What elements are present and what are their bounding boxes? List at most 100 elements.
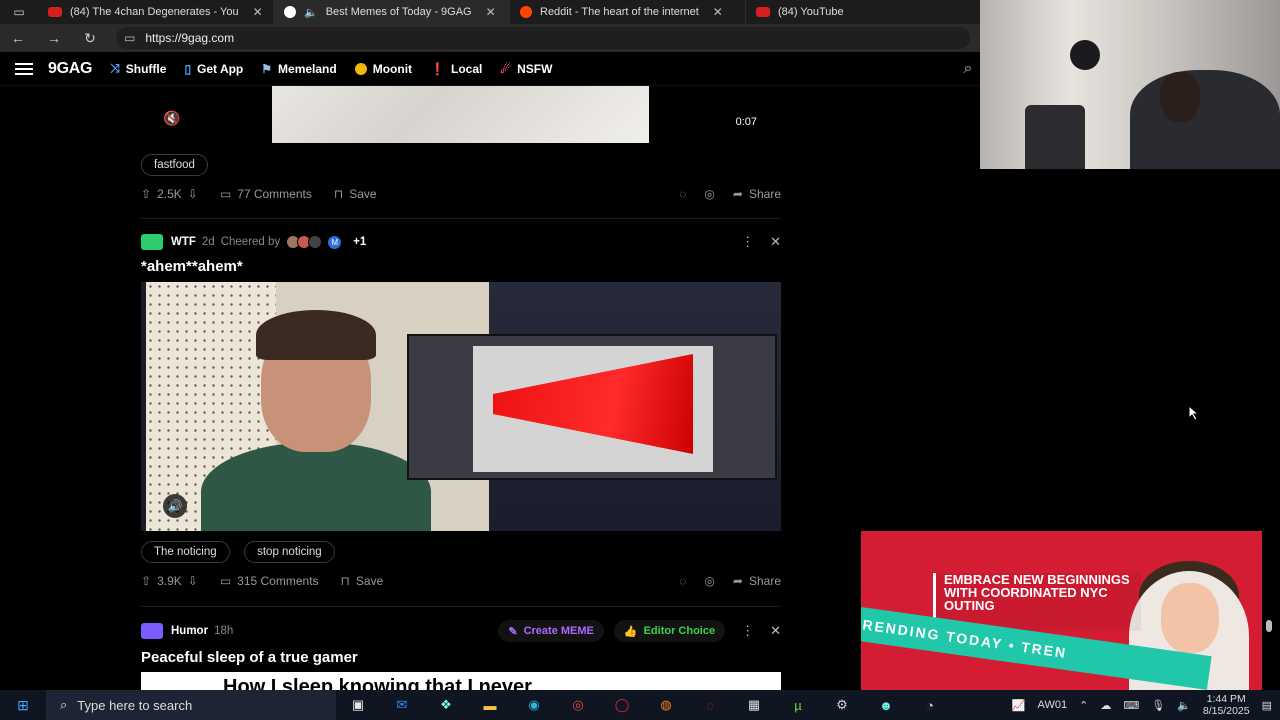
back-icon[interactable]: ←: [0, 24, 36, 52]
edge-icon[interactable]: ◉: [512, 690, 556, 720]
taskbar-search[interactable]: ⌕ Type here to search: [46, 690, 336, 720]
firefox-icon[interactable]: ◍: [644, 690, 688, 720]
close-icon[interactable]: ✕: [486, 5, 496, 19]
downvote-icon[interactable]: ⇩: [188, 187, 198, 201]
search-placeholder: Type here to search: [77, 697, 193, 713]
nav-get-app[interactable]: ▯ Get App: [184, 62, 243, 76]
site-logo[interactable]: 9GAG: [48, 60, 92, 78]
windows-start-icon[interactable]: ⊞: [0, 697, 46, 714]
microphone-icon[interactable]: 🎙: [1151, 699, 1165, 712]
tab-youtube[interactable]: (84) YouTube: [746, 0, 956, 24]
sidebar-ad[interactable]: EMBRACE NEW BEGINNINGS WITH COORDINATED …: [861, 531, 1262, 690]
close-icon[interactable]: ✕: [770, 623, 781, 639]
save-button[interactable]: ⊓ Save: [334, 187, 377, 201]
tab-9gag[interactable]: 🔈 Best Memes of Today - 9GAG ✕: [274, 0, 510, 24]
refresh-icon[interactable]: ↻: [72, 24, 108, 52]
post-category[interactable]: WTF: [171, 236, 196, 248]
comments-button[interactable]: ▭ 315 Comments: [220, 574, 319, 588]
save-label: Save: [355, 574, 384, 588]
comments-button[interactable]: ▭ 77 Comments: [220, 187, 312, 201]
downvote-icon[interactable]: ⇩: [188, 574, 198, 588]
create-meme-button[interactable]: ✎ Create MEME: [498, 620, 604, 642]
whatsapp-icon[interactable]: ◌: [679, 574, 686, 588]
close-icon[interactable]: ✕: [713, 5, 723, 19]
utorrent-icon[interactable]: µ: [776, 690, 820, 720]
save-label: Save: [349, 187, 377, 201]
opera-gx-icon[interactable]: ◌: [688, 690, 732, 720]
nav-moonit[interactable]: Moonit: [354, 62, 412, 76]
chevron-up-icon[interactable]: ⌃: [1079, 699, 1088, 712]
device-icon[interactable]: ⌨: [1123, 699, 1139, 712]
tab-youtube-4chan[interactable]: (84) The 4chan Degenerates - You ✕: [38, 0, 274, 24]
copilot-icon[interactable]: ❖: [424, 690, 468, 720]
cloud-icon[interactable]: ☁: [1100, 699, 1111, 712]
post-age: 2d: [201, 236, 215, 248]
post-category[interactable]: Humor: [171, 625, 208, 637]
video-frame: [272, 86, 649, 143]
upvote-icon[interactable]: ⇧: [141, 574, 151, 588]
clock[interactable]: 1:44 PM 8/15/2025: [1203, 693, 1250, 717]
muted-speaker-icon[interactable]: 🔇: [163, 110, 180, 127]
search-icon[interactable]: ⌕: [956, 60, 980, 78]
file-explorer-icon[interactable]: ▬: [468, 690, 512, 720]
site-info-icon[interactable]: ▭: [124, 31, 135, 45]
post-video[interactable]: 🔇 0:07: [141, 86, 781, 143]
share-label: Share: [748, 574, 781, 588]
stocks-icon[interactable]: 📈: [1012, 699, 1026, 712]
outlook-icon[interactable]: ✉: [380, 690, 424, 720]
speaker-icon[interactable]: 🔈: [304, 6, 318, 19]
window-menu-icon[interactable]: ▭: [0, 0, 38, 24]
volume-icon[interactable]: 🔈: [1177, 699, 1191, 712]
forward-icon[interactable]: →: [36, 24, 72, 52]
upvote-icon[interactable]: ⇧: [141, 187, 151, 201]
video-inset: [407, 334, 777, 480]
cheer-avatars[interactable]: M: [286, 234, 343, 250]
notifications-icon[interactable]: ▤: [1262, 699, 1272, 712]
tab-reddit[interactable]: Reddit - The heart of the internet ✕: [510, 0, 746, 24]
scrollbar-thumb[interactable]: [1266, 620, 1272, 632]
tray-user[interactable]: AW01: [1038, 699, 1068, 711]
tag-chip[interactable]: The noticing: [141, 541, 230, 563]
divider: [141, 218, 781, 219]
comments-count: 315 Comments: [237, 574, 319, 588]
messenger-icon[interactable]: ◎: [704, 574, 714, 588]
close-icon[interactable]: ✕: [253, 5, 263, 19]
editor-choice-badge[interactable]: 👍 Editor Choice: [613, 620, 726, 642]
pen-icon: ✎: [508, 625, 518, 638]
more-cheers[interactable]: +1: [353, 236, 366, 248]
browser-tab-bar: ▭ (84) The 4chan Degenerates - You ✕ 🔈 B…: [0, 0, 980, 24]
steam-icon[interactable]: ⚙: [820, 690, 864, 720]
speaker-icon[interactable]: 🔊: [163, 494, 187, 518]
nav-memeland[interactable]: ⚑ Memeland: [261, 62, 336, 76]
more-options-icon[interactable]: ⋮: [741, 623, 754, 639]
post-video[interactable]: 🔊: [141, 282, 781, 531]
clock-date: 8/15/2025: [1202, 705, 1250, 717]
chat-icon[interactable]: ◔: [908, 690, 952, 720]
shuffle-icon: ⤨: [110, 61, 120, 75]
messenger-icon[interactable]: ◎: [704, 187, 714, 201]
save-button[interactable]: ⊓ Save: [341, 574, 384, 588]
nav-shuffle[interactable]: ⤨ Shuffle: [110, 61, 166, 76]
chrome-icon[interactable]: ◎: [556, 690, 600, 720]
store-icon[interactable]: ▦: [732, 690, 776, 720]
menu-icon[interactable]: [0, 62, 48, 75]
share-button[interactable]: ➦ Share: [733, 187, 781, 201]
youtube-icon: [756, 7, 770, 17]
discord-icon[interactable]: ☻: [864, 690, 908, 720]
post-image[interactable]: How I sleep knowing that I never: [141, 672, 781, 690]
share-button[interactable]: ➦ Share: [733, 574, 781, 588]
more-options-icon[interactable]: ⋮: [741, 234, 754, 250]
nav-nsfw[interactable]: ☄ NSFW: [500, 62, 552, 76]
opera-icon[interactable]: ◯: [600, 690, 644, 720]
tag-chip[interactable]: fastfood: [141, 154, 208, 176]
tag-chip[interactable]: stop noticing: [244, 541, 335, 563]
post-title[interactable]: *ahem**ahem*: [141, 258, 243, 275]
task-view-icon[interactable]: ▣: [336, 690, 380, 720]
whatsapp-icon[interactable]: ◌: [679, 187, 686, 201]
nav-local[interactable]: ❗ Local: [430, 62, 482, 76]
close-icon[interactable]: ✕: [770, 234, 781, 250]
url-field[interactable]: ▭ https://9gag.com: [116, 27, 970, 49]
nav-label: Get App: [197, 61, 244, 76]
post-title[interactable]: Peaceful sleep of a true gamer: [141, 649, 358, 666]
tab-title: Reddit - The heart of the internet: [540, 6, 699, 18]
